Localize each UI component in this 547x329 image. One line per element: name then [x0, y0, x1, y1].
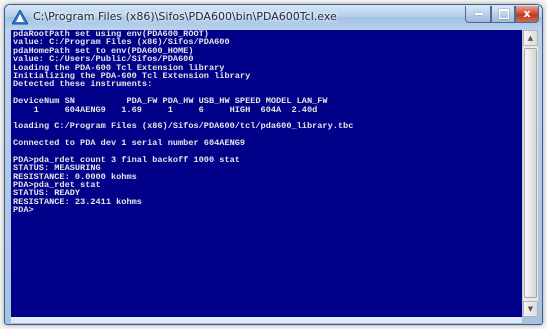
console-line: Detected these instruments: — [13, 79, 153, 90]
maximize-button[interactable] — [491, 6, 515, 23]
scroll-up-button[interactable]: ▲ — [523, 30, 538, 46]
window-title: C:\Program Files (x86)\Sifos\PDA600\bin\… — [33, 10, 337, 23]
title-bar[interactable]: C:\Program Files (x86)\Sifos\PDA600\bin\… — [5, 5, 542, 29]
vertical-scrollbar[interactable]: ▲ ▼ — [522, 30, 538, 317]
console-line: Connected to PDA dev 1 serial number 604… — [13, 138, 246, 149]
maximize-icon — [499, 9, 509, 19]
instrument-table-row: 1 604AENG9 1.69 1 6 HIGH 604A 2.40d — [13, 104, 318, 115]
window-bottom-border — [11, 317, 522, 323]
scroll-down-button[interactable]: ▼ — [523, 301, 538, 317]
down-arrow-icon: ▼ — [527, 305, 534, 313]
console-output[interactable]: pdaRootPath set using env(PDA600_ROOT) v… — [11, 30, 522, 317]
command-line: PDA>pda_rdet stat — [13, 180, 101, 191]
console-line: RESISTANCE: 23.2411 kohms — [13, 196, 142, 207]
minimize-icon — [475, 13, 483, 15]
app-icon — [12, 10, 28, 25]
console-line: loading C:/Program Files (x86)/Sifos/PDA… — [13, 121, 354, 132]
close-button[interactable]: x — [515, 6, 539, 23]
minimize-button[interactable] — [465, 6, 491, 23]
up-arrow-icon: ▲ — [527, 34, 534, 42]
scrollbar-thumb[interactable] — [524, 48, 537, 298]
close-icon: x — [523, 7, 531, 20]
console-window: C:\Program Files (x86)\Sifos\PDA600\bin\… — [4, 4, 543, 325]
prompt-line[interactable]: PDA> — [11, 206, 522, 215]
